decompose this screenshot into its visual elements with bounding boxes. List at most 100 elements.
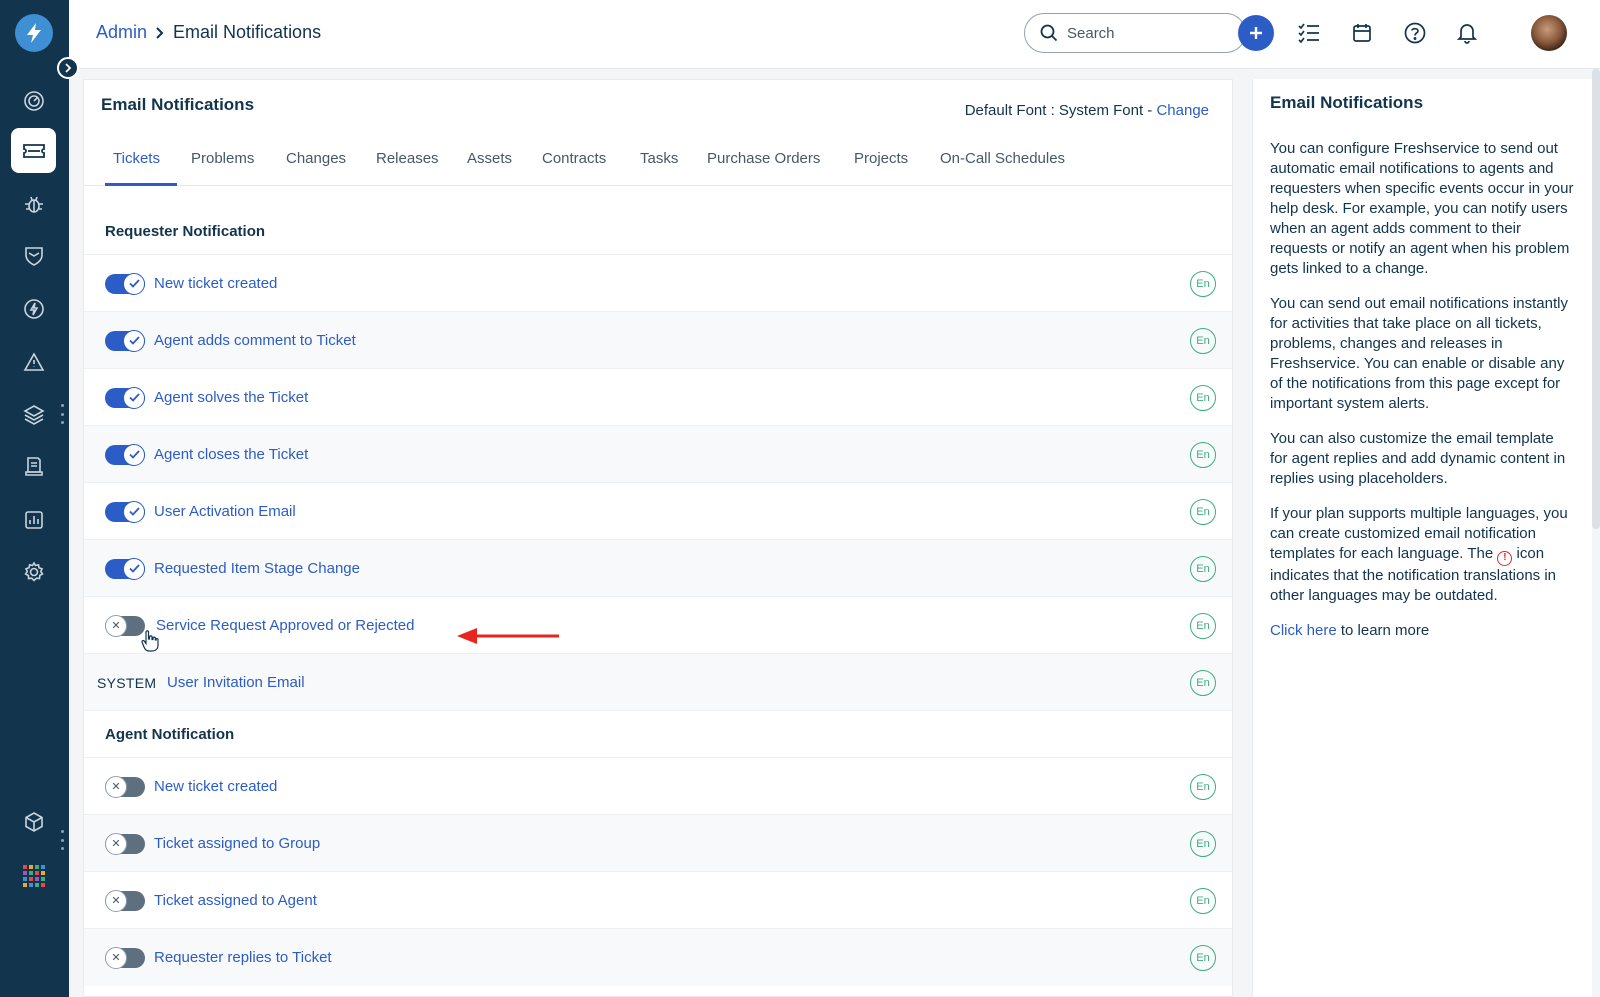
calendar-icon bbox=[1353, 24, 1371, 42]
notification-link[interactable]: Ticket assigned to Group bbox=[154, 835, 320, 852]
sidebar-expand-button[interactable] bbox=[57, 57, 79, 79]
default-font-info: Default Font : System Font - Change bbox=[965, 102, 1209, 119]
bug-icon[interactable] bbox=[18, 188, 50, 220]
notification-row: ✕ New ticket created En bbox=[84, 757, 1232, 815]
notification-toggle[interactable]: ✕ bbox=[105, 614, 145, 637]
settings-icon[interactable] bbox=[18, 556, 50, 588]
requester-notification-heading: Requester Notification bbox=[105, 223, 266, 240]
notification-toggle[interactable]: ✕ bbox=[105, 889, 145, 912]
notification-toggle[interactable]: ✕ bbox=[105, 775, 145, 798]
help-paragraph: You can send out email notifications ins… bbox=[1270, 295, 1568, 412]
dashboard-icon[interactable] bbox=[18, 85, 50, 117]
notification-row: Agent solves the Ticket En bbox=[84, 368, 1232, 426]
notification-row: ✕ Ticket assigned to Group En bbox=[84, 814, 1232, 872]
todo-list-button[interactable] bbox=[1291, 15, 1327, 51]
reports-icon[interactable] bbox=[18, 504, 50, 536]
language-badge[interactable]: En bbox=[1190, 612, 1216, 639]
notification-link[interactable]: Requester replies to Ticket bbox=[154, 949, 332, 966]
search-icon bbox=[1040, 24, 1058, 42]
page-title: Email Notifications bbox=[173, 22, 322, 42]
calendar-button[interactable] bbox=[1344, 15, 1380, 51]
notification-toggle[interactable] bbox=[105, 443, 145, 466]
x-icon: ✕ bbox=[105, 832, 127, 855]
tab-projects[interactable]: Projects bbox=[854, 150, 908, 167]
more-options-icon[interactable] bbox=[59, 830, 65, 850]
learn-more-link[interactable]: Click here bbox=[1270, 622, 1337, 639]
notification-toggle[interactable]: ✕ bbox=[105, 946, 145, 969]
notification-row: New ticket created En bbox=[84, 254, 1232, 312]
tab-purchase-orders[interactable]: Purchase Orders bbox=[707, 150, 820, 167]
system-tag: SYSTEM bbox=[97, 674, 157, 691]
tab-on-call-schedules[interactable]: On-Call Schedules bbox=[940, 150, 1065, 167]
check-icon bbox=[128, 393, 140, 402]
tab-assets[interactable]: Assets bbox=[467, 150, 512, 167]
language-badge[interactable]: En bbox=[1190, 944, 1216, 971]
shield-icon[interactable] bbox=[18, 240, 50, 272]
language-badge[interactable]: En bbox=[1190, 830, 1216, 857]
sidebar bbox=[0, 0, 79, 997]
notification-link[interactable]: Ticket assigned to Agent bbox=[154, 892, 317, 909]
help-paragraph: You can also customize the email templat… bbox=[1270, 430, 1566, 487]
notification-row: Agent closes the Ticket En bbox=[84, 425, 1232, 483]
help-button[interactable] bbox=[1397, 15, 1433, 51]
alert-triangle-icon[interactable] bbox=[18, 346, 50, 378]
tab-changes[interactable]: Changes bbox=[286, 150, 346, 167]
notification-toggle[interactable] bbox=[105, 386, 145, 409]
notifications-button[interactable] bbox=[1449, 15, 1485, 51]
notification-link[interactable]: User Activation Email bbox=[154, 503, 296, 520]
tab-tasks[interactable]: Tasks bbox=[640, 150, 678, 167]
language-badge[interactable]: En bbox=[1190, 441, 1216, 468]
tab-tickets[interactable]: Tickets bbox=[113, 150, 160, 167]
change-font-link[interactable]: Change bbox=[1156, 102, 1209, 119]
notification-toggle[interactable] bbox=[105, 272, 145, 295]
notification-toggle[interactable]: ✕ bbox=[105, 832, 145, 855]
layers-more-icon[interactable] bbox=[59, 404, 65, 424]
cube-icon[interactable] bbox=[18, 806, 50, 838]
notification-row: Requested Item Stage Change En bbox=[84, 539, 1232, 597]
top-header: Admin Email Notifications bbox=[69, 0, 1600, 69]
language-badge[interactable]: En bbox=[1190, 384, 1216, 411]
layers-icon[interactable] bbox=[18, 398, 50, 430]
check-icon bbox=[128, 336, 140, 345]
search-box[interactable] bbox=[1024, 13, 1246, 53]
notification-link[interactable]: Agent solves the Ticket bbox=[154, 389, 308, 406]
notification-link[interactable]: New ticket created bbox=[154, 778, 277, 795]
notification-link[interactable]: Agent adds comment to Ticket bbox=[154, 332, 356, 349]
section-heading: Email Notifications bbox=[101, 95, 255, 114]
language-badge[interactable]: En bbox=[1190, 887, 1216, 914]
notification-toggle[interactable] bbox=[105, 329, 145, 352]
hand-cursor-icon bbox=[141, 630, 159, 652]
add-new-button[interactable] bbox=[1238, 15, 1274, 51]
tab-contracts[interactable]: Contracts bbox=[542, 150, 606, 167]
lightning-icon[interactable] bbox=[18, 293, 50, 325]
notification-toggle[interactable] bbox=[105, 500, 145, 523]
notification-row: Agent adds comment to Ticket En bbox=[84, 311, 1232, 369]
page-scrollbar[interactable] bbox=[1592, 69, 1600, 529]
notification-row: ✕ Ticket assigned to Agent En bbox=[84, 871, 1232, 929]
user-avatar[interactable] bbox=[1531, 15, 1567, 51]
tab-releases[interactable]: Releases bbox=[376, 150, 439, 167]
tab-problems[interactable]: Problems bbox=[191, 150, 254, 167]
language-badge[interactable]: En bbox=[1190, 669, 1216, 696]
notification-link[interactable]: Service Request Approved or Rejected bbox=[156, 617, 414, 634]
notification-toggle[interactable] bbox=[105, 557, 145, 580]
notification-link[interactable]: Agent closes the Ticket bbox=[154, 446, 308, 463]
notification-row: User Activation Email En bbox=[84, 482, 1232, 540]
language-badge[interactable]: En bbox=[1190, 555, 1216, 582]
notification-link[interactable]: Requested Item Stage Change bbox=[154, 560, 360, 577]
help-icon bbox=[1404, 22, 1426, 44]
notification-link[interactable]: User Invitation Email bbox=[167, 674, 305, 691]
language-badge[interactable]: En bbox=[1190, 327, 1216, 354]
language-badge[interactable]: En bbox=[1190, 773, 1216, 800]
ticket-icon[interactable] bbox=[11, 128, 56, 173]
notification-link[interactable]: New ticket created bbox=[154, 275, 277, 292]
search-input[interactable] bbox=[1067, 24, 1217, 42]
document-icon[interactable] bbox=[18, 450, 50, 482]
agent-notification-heading: Agent Notification bbox=[105, 726, 235, 743]
breadcrumb-admin-link[interactable]: Admin bbox=[96, 22, 147, 43]
apps-grid-icon[interactable] bbox=[18, 860, 50, 892]
language-badge[interactable]: En bbox=[1190, 498, 1216, 525]
freshservice-logo[interactable] bbox=[15, 14, 53, 52]
language-badge[interactable]: En bbox=[1190, 270, 1216, 297]
active-tab-indicator bbox=[105, 183, 177, 186]
